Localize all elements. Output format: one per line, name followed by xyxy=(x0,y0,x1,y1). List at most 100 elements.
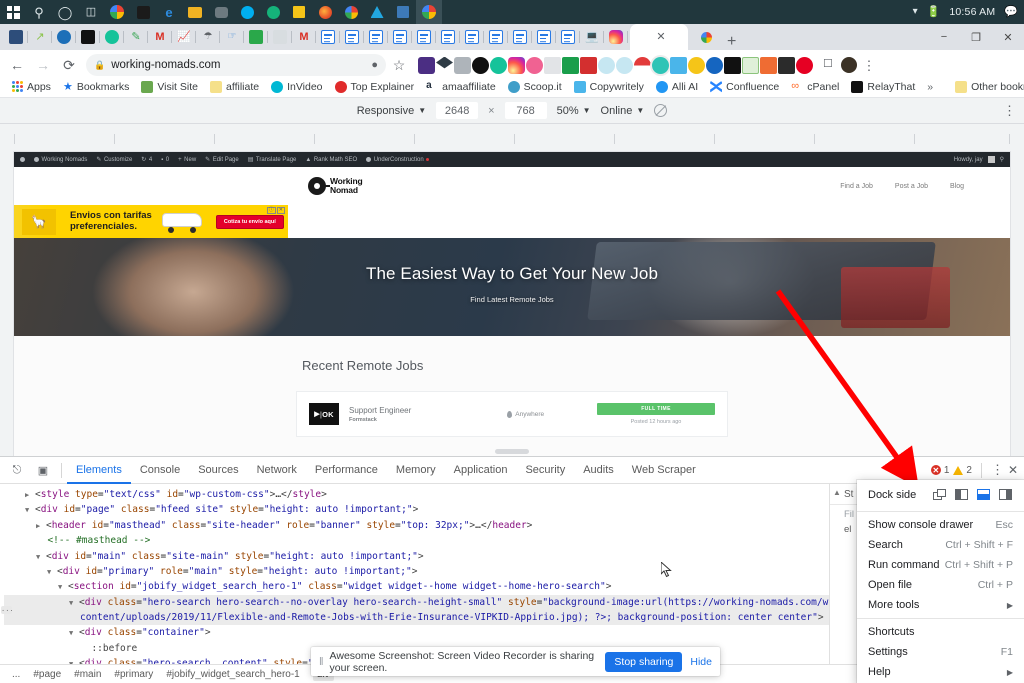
active-tab[interactable]: ✕ xyxy=(630,24,688,50)
chrome-taskbar-icon-active[interactable] xyxy=(416,0,442,24)
maximize-button[interactable]: ❐ xyxy=(960,24,992,50)
bookmark-copywritely[interactable]: Copywritely xyxy=(568,81,650,93)
dom-node-line-selected-cont[interactable]: content/uploads/2019/11/Flexible-and-Rem… xyxy=(4,610,829,625)
breadcrumb-item-primary[interactable]: #primary xyxy=(114,669,153,680)
throttle-selector[interactable]: Online ▼ xyxy=(601,105,645,117)
styles-tab[interactable]: St xyxy=(844,489,853,500)
app-taskbar-icon-4[interactable] xyxy=(260,0,286,24)
green-circle-icon[interactable] xyxy=(490,57,507,74)
devtools-tab-performance[interactable]: Performance xyxy=(306,457,387,484)
app-window-icon[interactable] xyxy=(4,24,28,50)
explorer-taskbar-icon[interactable] xyxy=(182,0,208,24)
devtools-tab-web-scraper[interactable]: Web Scraper xyxy=(623,457,705,484)
ad-cta-button[interactable]: Cotiza tu envío aquí xyxy=(216,215,284,229)
howdy-label[interactable]: Howdy, jay xyxy=(954,157,983,163)
search-icon[interactable]: ⚲ xyxy=(1000,156,1004,163)
skype-taskbar-icon[interactable] xyxy=(234,0,260,24)
snowflake-icon-2[interactable] xyxy=(616,57,633,74)
bookmark-cpanel[interactable]: ∞ cPanel xyxy=(785,81,845,93)
trend-chart-icon[interactable]: ↗ xyxy=(28,24,52,50)
admin-item-new[interactable]: +New xyxy=(178,157,196,163)
cortana-button[interactable]: ◯ xyxy=(52,0,78,24)
notes-taskbar-icon[interactable] xyxy=(286,0,312,24)
instagram-icon[interactable] xyxy=(508,57,525,74)
search-button[interactable]: ⚲ xyxy=(26,0,52,24)
ad-close-controls[interactable]: ⓘ✕ xyxy=(267,207,285,214)
ad-banner[interactable]: 🦙 Envios con tarifas preferenciales. Cot… xyxy=(14,205,288,238)
teal-shield-icon[interactable] xyxy=(652,57,669,74)
doc-icon[interactable] xyxy=(460,24,484,50)
laptop-icon[interactable]: 💻 xyxy=(580,24,604,50)
admin-item-site[interactable]: Working Nomads xyxy=(34,157,87,163)
other-bookmarks-folder[interactable]: Other bookmarks xyxy=(949,81,1024,93)
bookmark-alli-ai[interactable]: Alli AI xyxy=(650,81,704,93)
highlighter-icon[interactable]: ✎ xyxy=(124,24,148,50)
chrome-taskbar-icon[interactable] xyxy=(104,0,130,24)
green-plus-icon[interactable] xyxy=(244,24,268,50)
dom-node-line[interactable]: ▼ <div class="container"> xyxy=(4,625,829,640)
undock-icon[interactable] xyxy=(932,488,947,501)
l-square-icon[interactable] xyxy=(724,57,741,74)
admin-item-updates[interactable]: ↻4 xyxy=(141,156,152,163)
pink-swirl-icon[interactable] xyxy=(526,57,543,74)
devtools-tab-audits[interactable]: Audits xyxy=(574,457,623,484)
devtools-tab-elements[interactable]: Elements xyxy=(67,457,131,484)
keyword-icon[interactable] xyxy=(472,57,489,74)
inspect-element-icon[interactable]: ⎋ xyxy=(4,457,30,484)
app-taskbar-icon-3[interactable] xyxy=(208,0,234,24)
breadcrumb-item-main[interactable]: #main xyxy=(74,669,101,680)
doc-icon[interactable] xyxy=(388,24,412,50)
menu-item-open-file[interactable]: Open file Ctrl + P xyxy=(857,575,1024,595)
dom-node-line-selected[interactable]: ▼ <div class="hero-search hero-search--n… xyxy=(4,595,829,610)
doc-icon[interactable] xyxy=(412,24,436,50)
bookmark-affiliate[interactable]: affiliate xyxy=(204,81,265,93)
snowflake-icon[interactable] xyxy=(598,57,615,74)
dock-bottom-icon[interactable] xyxy=(976,488,991,501)
firefox-taskbar-icon[interactable] xyxy=(312,0,338,24)
nav-find-a-job[interactable]: Find a Job xyxy=(840,183,873,190)
sidebar-collapse-icon[interactable]: ▲ xyxy=(833,488,841,497)
address-bar[interactable]: 🔒 working-nomads.com ● xyxy=(86,54,386,76)
chart-icon[interactable] xyxy=(670,57,687,74)
viewport-width-input[interactable]: 2648 xyxy=(436,102,478,119)
chevron-up-icon[interactable]: ▾ xyxy=(913,7,918,17)
devtools-tab-memory[interactable]: Memory xyxy=(387,457,445,484)
bookmark-scoopit[interactable]: Scoop.it xyxy=(502,81,568,93)
blue-check-icon[interactable] xyxy=(52,24,76,50)
dom-node-line[interactable]: ▶ <header id="masthead" class="site-head… xyxy=(4,518,829,533)
doc-icon[interactable] xyxy=(532,24,556,50)
site-logo[interactable]: Working Nomad xyxy=(308,177,362,195)
pokeball-icon[interactable] xyxy=(634,57,651,74)
dom-node-line[interactable]: ▶ <style type="text/css" id="wp-custom-c… xyxy=(4,487,829,502)
gmail-icon[interactable]: M xyxy=(148,24,172,50)
admin-item-comments[interactable]: ▪0 xyxy=(161,157,169,163)
dom-node-line[interactable]: ▼ <div id="primary" role="main" style="h… xyxy=(4,564,829,579)
ad-info-icon[interactable]: ⓘ xyxy=(267,207,276,214)
viewport-height-input[interactable]: 768 xyxy=(505,102,547,119)
battery-icon[interactable]: 🔋 xyxy=(927,7,941,18)
wordpress-icon[interactable] xyxy=(418,57,435,74)
reload-button[interactable]: ⟳ xyxy=(56,52,82,78)
grammarly-omnibox-icon[interactable]: ● xyxy=(371,59,378,71)
dom-overflow-dots[interactable]: ... xyxy=(1,606,12,614)
admin-item-rankmath[interactable]: ▲Rank Math SEO xyxy=(305,157,357,163)
start-button[interactable] xyxy=(0,0,26,24)
bookmark-bookmarks[interactable]: ★ Bookmarks xyxy=(57,80,135,93)
edge-taskbar-icon[interactable]: e xyxy=(156,0,182,24)
bookmarks-overflow-button[interactable]: » xyxy=(921,81,939,93)
bookmark-invideo[interactable]: InVideo xyxy=(265,81,328,93)
devtools-tab-network[interactable]: Network xyxy=(248,457,306,484)
dock-left-icon[interactable] xyxy=(954,488,969,501)
breadcrumb-overflow[interactable]: ... xyxy=(12,669,20,680)
new-tab-button[interactable]: + xyxy=(718,34,745,50)
wp-logo-item[interactable] xyxy=(20,157,25,162)
menu-item-settings[interactable]: Settings F1 xyxy=(857,642,1024,662)
devtools-close-icon[interactable]: ✕ xyxy=(1008,463,1018,477)
job-card[interactable]: ▶|OK Support Engineer Formstack Anywhere… xyxy=(296,391,728,437)
three-dot-menu-icon[interactable]: ⋮ xyxy=(858,59,880,72)
breadcrumb-item-page[interactable]: #page xyxy=(33,669,61,680)
gray-box-icon[interactable] xyxy=(544,57,561,74)
green-doc-icon[interactable] xyxy=(742,57,759,74)
viewport-resize-handle[interactable] xyxy=(495,449,529,454)
bookmark-confluence[interactable]: Confluence xyxy=(704,81,785,93)
